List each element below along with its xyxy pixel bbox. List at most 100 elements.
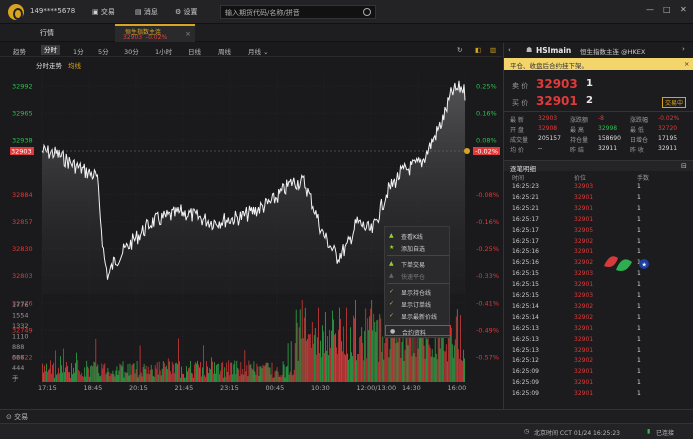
price-tick: 32965 — [12, 110, 33, 118]
chart-icon: ▲ — [389, 232, 394, 239]
volume-bar — [120, 364, 122, 382]
volume-tick: 1332 — [12, 322, 29, 330]
tab-row: 行情 — [0, 24, 693, 42]
tab-market[interactable]: 行情 — [40, 28, 54, 38]
menu-show-last-price-line[interactable]: ✓ 显示最新价线 — [385, 310, 451, 321]
volume-bar — [108, 371, 110, 382]
volume-bar — [444, 351, 446, 382]
volume-bar — [47, 371, 48, 382]
volume-bar — [451, 344, 453, 382]
menu-contract-info[interactable]: ● 合约资料 — [385, 325, 451, 337]
menu-trade[interactable]: ▣ 交易 — [92, 7, 115, 17]
tick-row: 16:25:09 32901 1 — [504, 368, 693, 376]
stat-label: 昨 结 — [570, 147, 584, 154]
menu-show-position-line[interactable]: ✓ 显示持仓线 — [385, 286, 451, 297]
search-placeholder: 输入期货代码/名称/拼音 — [225, 9, 300, 17]
volume-bar — [284, 377, 286, 382]
volume-bar — [202, 367, 203, 382]
volume-bar — [256, 363, 258, 382]
volume-bar — [157, 374, 159, 382]
pct-tick: 0.16% — [476, 110, 497, 118]
maximize-icon[interactable]: □ — [663, 5, 671, 14]
volume-bar — [368, 330, 370, 382]
volume-bar — [336, 347, 337, 382]
search-icon[interactable] — [363, 8, 371, 16]
star-icon: ★ — [389, 244, 395, 251]
menu-message[interactable]: ▤ 消息 — [135, 7, 158, 17]
menu-show-order-line[interactable]: ✓ 显示订单线 — [385, 298, 451, 309]
account-id[interactable]: 149****5678 — [30, 7, 75, 15]
menu-view-kline[interactable]: ▲ 查看K线 — [385, 230, 451, 241]
notice-close-icon[interactable]: × — [684, 60, 689, 68]
volume-bar — [297, 360, 299, 382]
volume-bar — [406, 337, 408, 382]
period-1m[interactable]: 1分 — [73, 46, 84, 56]
menu-add-watch[interactable]: ★ 添加自选 — [385, 242, 451, 253]
minimize-icon[interactable]: — — [646, 5, 654, 14]
close-icon[interactable]: ✕ — [680, 5, 687, 14]
period-1h[interactable]: 1小时 — [155, 46, 172, 56]
volume-bar — [347, 353, 348, 382]
volume-bar — [100, 375, 102, 382]
sidebar-toggle-icon[interactable]: ▥ — [490, 46, 496, 54]
volume-bar — [373, 313, 375, 382]
period-30m[interactable]: 30分 — [124, 46, 139, 56]
period-month[interactable]: 月线 ⌄ — [248, 46, 269, 56]
quote-header: ‹ ☗ HSImain 恒生指数主连 @HKEX › — [504, 43, 693, 57]
stat-value: 205157 — [538, 135, 561, 142]
volume-bar — [298, 327, 300, 382]
tab-active-contract[interactable]: 恒生指数主连 32903 -0.02% × — [115, 24, 195, 42]
stat-label: 涨跌额 — [570, 117, 589, 124]
volume-bar — [292, 374, 294, 382]
volume-bar — [122, 361, 124, 382]
time-tick: 18:45 — [84, 384, 103, 392]
menu-settings-label: 设置 — [183, 8, 198, 16]
period-trend[interactable]: 趋势 — [13, 46, 26, 56]
period-fenshi[interactable]: 分时 — [41, 45, 60, 55]
notice-text: 平仓、收盘后合约挂下架。 — [510, 62, 588, 70]
avg-line-label: 均线 — [68, 62, 81, 70]
search-input[interactable]: 输入期货代码/名称/拼音 — [220, 5, 376, 19]
buy-price[interactable]: 32901 — [536, 94, 578, 108]
volume-bar — [464, 358, 465, 382]
volume-bar — [349, 358, 350, 382]
volume-bar — [269, 367, 271, 382]
ticks-expand-icon[interactable]: ⊟ — [681, 162, 687, 170]
menu-settings[interactable]: ⚙ 设置 — [175, 7, 198, 17]
period-5m[interactable]: 5分 — [98, 46, 109, 56]
volume-bar — [211, 357, 212, 382]
back-icon[interactable]: ‹ — [508, 46, 511, 54]
tab-close-icon[interactable]: × — [185, 30, 191, 38]
volume-bar — [197, 360, 198, 382]
volume-bar — [79, 371, 81, 382]
stat-value: -- — [538, 145, 543, 152]
sell-price[interactable]: 32903 — [536, 77, 578, 91]
volume-bar — [403, 360, 405, 382]
volume-bar — [360, 336, 362, 382]
volume-bar — [294, 343, 296, 382]
volume-bar — [177, 364, 178, 382]
alert-icon: ☗ — [526, 46, 533, 54]
volume-bar — [84, 367, 86, 382]
layout-icon[interactable]: ◧ — [475, 46, 481, 54]
volume-bar — [244, 350, 246, 382]
volume-bar — [423, 345, 425, 382]
more-icon[interactable]: › — [682, 45, 685, 53]
volume-bar — [99, 376, 101, 382]
tick-qty: 1 — [637, 292, 641, 299]
ticks-list[interactable]: 16:25:23 32903 1 16:25:21 32901 1 16:25:21 3290… — [504, 183, 693, 409]
refresh-icon[interactable]: ↻ — [457, 46, 462, 54]
menu-place-order[interactable]: ▲ 下单交易 — [385, 258, 451, 269]
volume-bar — [216, 364, 217, 382]
volume-bar — [361, 327, 363, 382]
trade-toggle[interactable]: ⊙ 交易 — [6, 412, 28, 422]
period-week[interactable]: 周线 — [218, 46, 231, 56]
pct-tick: -0.08% — [476, 191, 499, 199]
volume-bar — [54, 377, 55, 382]
stat-label: 持仓量 — [570, 137, 589, 144]
period-day[interactable]: 日线 — [188, 46, 201, 56]
volume-bar — [314, 328, 316, 382]
stat-label: 最 新 — [510, 117, 524, 124]
trade-status-button[interactable]: 交易中 — [662, 97, 687, 108]
notice-banner: 平仓、收盘后合约挂下架。 × — [504, 58, 693, 70]
